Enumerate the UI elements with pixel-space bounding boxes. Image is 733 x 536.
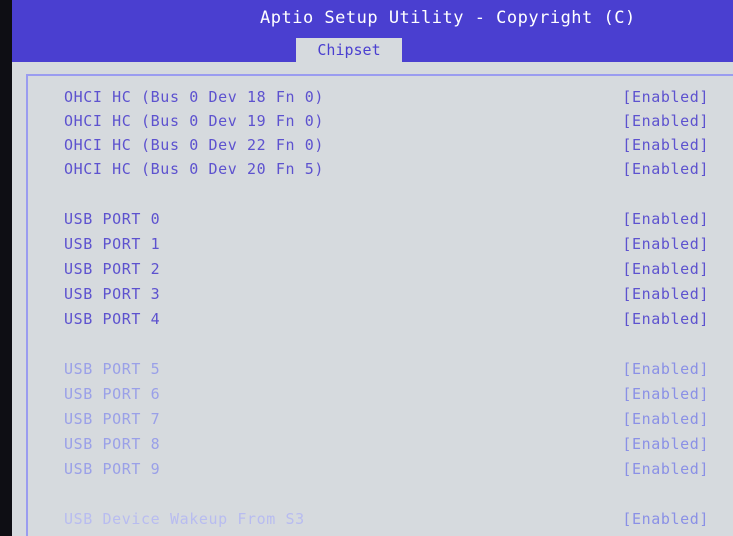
setting-label: USB PORT 3 [64, 285, 161, 303]
setting-label: USB PORT 4 [64, 310, 161, 328]
setting-usb-port-2[interactable]: USB PORT 2 [Enabled] [64, 258, 709, 280]
setting-value[interactable]: [Enabled] [622, 458, 709, 480]
setting-usb-device-wakeup-s3[interactable]: USB Device Wakeup From S3 [Enabled] [64, 508, 709, 530]
setting-ohci-hc-dev18[interactable]: OHCI HC (Bus 0 Dev 18 Fn 0) [Enabled] [64, 86, 709, 108]
setting-ohci-hc-dev19[interactable]: OHCI HC (Bus 0 Dev 19 Fn 0) [Enabled] [64, 110, 709, 132]
setting-value[interactable]: [Enabled] [622, 134, 709, 156]
setting-value[interactable]: [Enabled] [622, 508, 709, 530]
setting-usb-port-9[interactable]: USB PORT 9 [Enabled] [64, 458, 709, 480]
bios-header: Aptio Setup Utility - Copyright (C) Chip… [12, 0, 733, 62]
setting-label: USB PORT 1 [64, 235, 161, 253]
setting-usb-port-6[interactable]: USB PORT 6 [Enabled] [64, 383, 709, 405]
setting-usb-port-0[interactable]: USB PORT 0 [Enabled] [64, 208, 709, 230]
setting-value[interactable]: [Enabled] [622, 358, 709, 380]
bios-title: Aptio Setup Utility - Copyright (C) [260, 8, 636, 28]
setting-label: OHCI HC (Bus 0 Dev 18 Fn 0) [64, 88, 325, 106]
setting-value[interactable]: [Enabled] [622, 233, 709, 255]
setting-value[interactable]: [Enabled] [622, 110, 709, 132]
setting-usb-port-3[interactable]: USB PORT 3 [Enabled] [64, 283, 709, 305]
setting-value[interactable]: [Enabled] [622, 283, 709, 305]
setting-ohci-hc-dev20[interactable]: OHCI HC (Bus 0 Dev 20 Fn 5) [Enabled] [64, 158, 709, 180]
setting-label: USB Device Wakeup From S3 [64, 510, 305, 528]
setting-label: OHCI HC (Bus 0 Dev 20 Fn 5) [64, 160, 325, 178]
setting-value[interactable]: [Enabled] [622, 258, 709, 280]
setting-label: USB PORT 0 [64, 210, 161, 228]
setting-value[interactable]: [Enabled] [622, 308, 709, 330]
setting-value[interactable]: [Enabled] [622, 208, 709, 230]
setting-value[interactable]: [Enabled] [622, 408, 709, 430]
setting-usb-port-1[interactable]: USB PORT 1 [Enabled] [64, 233, 709, 255]
setting-usb-port-5[interactable]: USB PORT 5 [Enabled] [64, 358, 709, 380]
setting-usb-port-8[interactable]: USB PORT 8 [Enabled] [64, 433, 709, 455]
setting-label: USB PORT 6 [64, 385, 161, 403]
setting-value[interactable]: [Enabled] [622, 433, 709, 455]
setting-value[interactable]: [Enabled] [622, 158, 709, 180]
setting-label: USB PORT 2 [64, 260, 161, 278]
setting-ohci-hc-dev22[interactable]: OHCI HC (Bus 0 Dev 22 Fn 0) [Enabled] [64, 134, 709, 156]
setting-label: OHCI HC (Bus 0 Dev 19 Fn 0) [64, 112, 325, 130]
setting-label: USB PORT 5 [64, 360, 161, 378]
bios-screen: Aptio Setup Utility - Copyright (C) Chip… [12, 0, 733, 536]
setting-usb-port-7[interactable]: USB PORT 7 [Enabled] [64, 408, 709, 430]
setting-label: OHCI HC (Bus 0 Dev 22 Fn 0) [64, 136, 325, 154]
setting-value[interactable]: [Enabled] [622, 86, 709, 108]
setting-label: USB PORT 7 [64, 410, 161, 428]
setting-usb-port-4[interactable]: USB PORT 4 [Enabled] [64, 308, 709, 330]
setting-label: USB PORT 8 [64, 435, 161, 453]
tab-chipset[interactable]: Chipset [296, 38, 402, 62]
setting-value[interactable]: [Enabled] [622, 383, 709, 405]
setting-label: USB PORT 9 [64, 460, 161, 478]
